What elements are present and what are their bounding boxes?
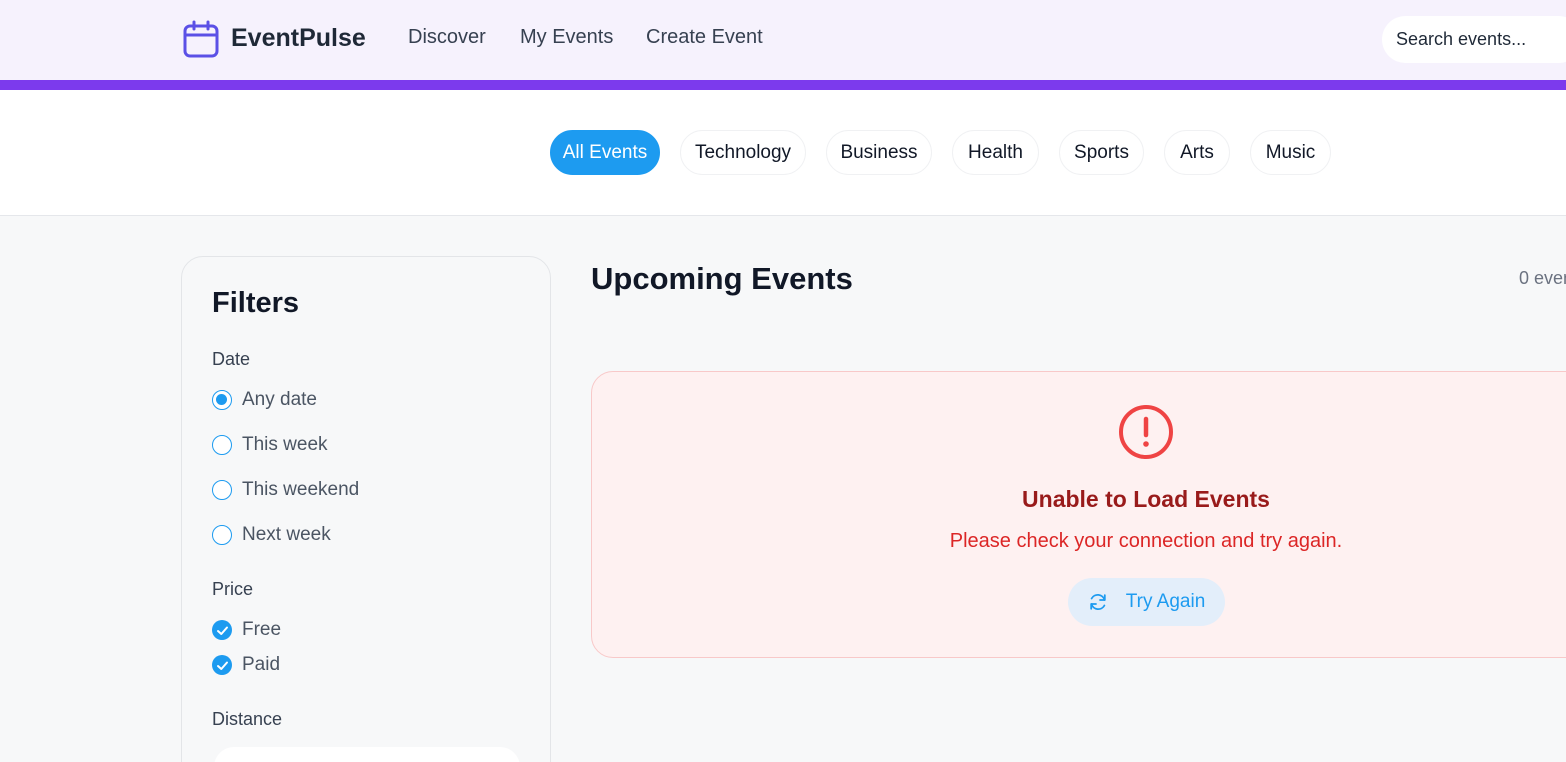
search-input[interactable]: Search events... xyxy=(1382,16,1566,63)
date-option-label: This week xyxy=(242,434,328,455)
category-arts[interactable]: Arts xyxy=(1164,130,1230,175)
category-technology[interactable]: Technology xyxy=(680,130,806,175)
distance-filter-label: Distance xyxy=(212,709,283,729)
distance-select[interactable] xyxy=(214,747,520,762)
nav-create-event[interactable]: Create Event xyxy=(646,26,763,49)
date-option-label: Next week xyxy=(242,524,331,545)
error-title: Unable to Load Events xyxy=(1022,486,1270,512)
brand-logo[interactable] xyxy=(183,20,219,63)
event-count: 0 even xyxy=(1519,268,1566,288)
try-again-button[interactable]: Try Again xyxy=(1068,578,1225,626)
brand-name[interactable]: EventPulse xyxy=(231,24,366,53)
price-option-label: Free xyxy=(242,619,282,640)
search-placeholder: Search events... xyxy=(1396,29,1527,49)
error-card: Unable to Load Events Please check your … xyxy=(591,371,1566,658)
radio[interactable] xyxy=(212,435,232,455)
date-option-label: Any date xyxy=(242,389,317,410)
price-filter-label: Price xyxy=(212,579,254,599)
date-option-this-weekend[interactable]: This weekend xyxy=(212,479,359,501)
date-option-any[interactable]: Any date xyxy=(212,389,317,411)
filters-title: Filters xyxy=(212,287,300,319)
category-health[interactable]: Health xyxy=(952,130,1039,175)
filters-panel: Filters Date Any date This week This wee… xyxy=(181,256,551,762)
date-option-this-week[interactable]: This week xyxy=(212,434,328,456)
radio[interactable] xyxy=(212,525,232,545)
alert-circle-icon xyxy=(1119,405,1173,459)
category-music[interactable]: Music xyxy=(1250,130,1331,175)
page-title: Upcoming Events xyxy=(591,261,853,296)
error-message: Please check your connection and try aga… xyxy=(949,530,1343,552)
check-icon xyxy=(216,661,228,670)
calendar-icon xyxy=(183,20,219,63)
radio-selected[interactable] xyxy=(212,390,232,410)
check-icon xyxy=(216,626,228,635)
nav-my-events[interactable]: My Events xyxy=(520,26,613,49)
nav-discover[interactable]: Discover xyxy=(408,26,486,49)
try-again-label: Try Again xyxy=(1125,591,1206,612)
refresh-icon xyxy=(1090,593,1106,611)
date-option-next-week[interactable]: Next week xyxy=(212,524,331,546)
category-business[interactable]: Business xyxy=(826,130,932,175)
price-option-paid[interactable]: Paid xyxy=(212,654,280,676)
checkbox-checked[interactable] xyxy=(212,620,232,640)
top-header: EventPulse Discover My Events Create Eve… xyxy=(0,0,1566,80)
category-bar: All Events Technology Business Health Sp… xyxy=(0,90,1566,216)
header-accent-bar xyxy=(0,80,1566,90)
checkbox-checked[interactable] xyxy=(212,655,232,675)
category-sports[interactable]: Sports xyxy=(1059,130,1144,175)
date-option-label: This weekend xyxy=(242,479,360,500)
date-filter-label: Date xyxy=(212,349,251,369)
category-all-events[interactable]: All Events xyxy=(550,130,660,175)
price-option-label: Paid xyxy=(242,654,281,675)
radio[interactable] xyxy=(212,480,232,500)
price-option-free[interactable]: Free xyxy=(212,619,281,641)
